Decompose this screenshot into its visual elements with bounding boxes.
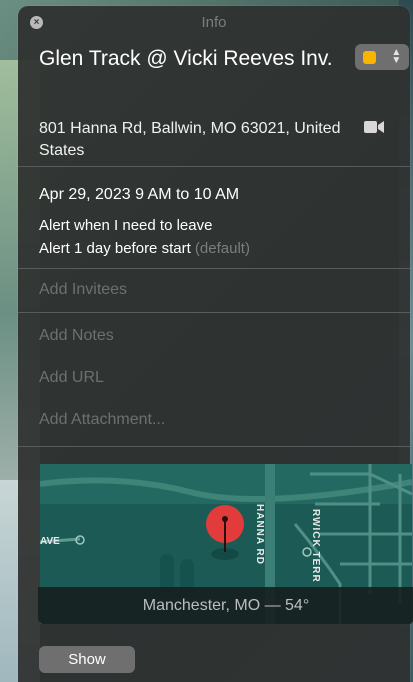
divider — [18, 446, 410, 447]
divider — [18, 166, 410, 167]
divider — [18, 268, 410, 269]
map-weather-caption: Manchester, MO — 54° — [38, 587, 413, 624]
add-invitees-field[interactable]: Add Invitees — [39, 281, 127, 299]
add-url-field[interactable]: Add URL — [39, 369, 104, 387]
street-label-ave: AVE — [40, 536, 60, 547]
event-info-popover: × Info Glen Track @ Vicki Reeves Inv. ▲ ▼… — [18, 6, 413, 682]
show-button[interactable]: Show — [39, 646, 135, 673]
divider — [18, 312, 410, 313]
add-notes-field[interactable]: Add Notes — [39, 327, 114, 345]
add-attachment-field[interactable]: Add Attachment... — [39, 411, 165, 429]
event-datetime[interactable]: Apr 29, 2023 9 AM to 10 AM — [39, 186, 239, 204]
video-camera-icon[interactable] — [364, 120, 384, 134]
chevron-up-down-icon: ▲ ▼ — [391, 47, 402, 66]
street-label-hanna: HANNA RD — [254, 504, 265, 565]
alert-before-start[interactable]: Alert 1 day before start (default) — [39, 240, 250, 257]
alert-leave[interactable]: Alert when I need to leave — [39, 217, 212, 234]
alert-before-label: Alert 1 day before start — [39, 240, 191, 257]
calendar-color-picker[interactable]: ▲ ▼ — [355, 44, 409, 70]
event-location[interactable]: 801 Hanna Rd, Ballwin, MO 63021, United … — [39, 118, 349, 162]
event-title[interactable]: Glen Track @ Vicki Reeves Inv. — [39, 44, 339, 73]
street-label-warwick: RWICK TERR — [310, 509, 321, 583]
alert-default-tag: (default) — [194, 240, 250, 257]
popover-title: Info — [201, 14, 227, 31]
calendar-color-swatch — [362, 50, 376, 64]
